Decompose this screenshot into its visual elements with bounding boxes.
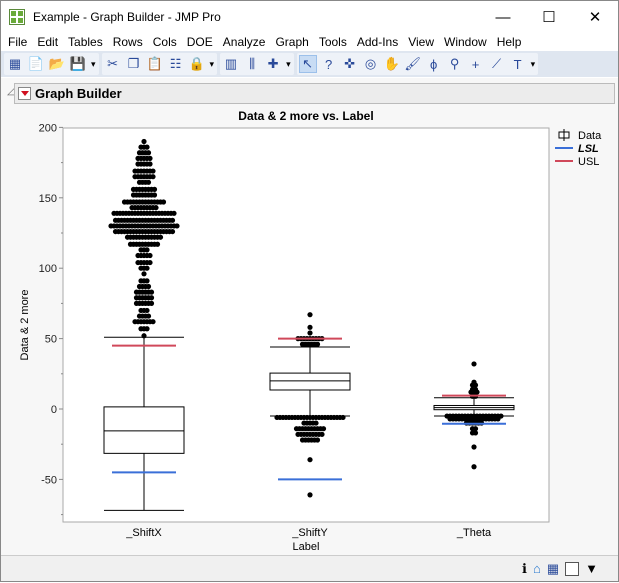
chart-title: Data & 2 more vs. Label bbox=[238, 109, 373, 123]
outlier-point bbox=[307, 324, 313, 330]
outlier-point bbox=[148, 295, 155, 301]
y-tick-label: -50 bbox=[41, 474, 57, 486]
x-axis-label: Label bbox=[293, 541, 320, 553]
outlier-point bbox=[147, 259, 153, 266]
outlier-point bbox=[153, 205, 159, 211]
outlier-point bbox=[141, 333, 147, 339]
outlier-point bbox=[471, 444, 477, 450]
outlier-point bbox=[144, 307, 150, 314]
outlier-point bbox=[150, 168, 156, 174]
outlier-point bbox=[151, 192, 158, 198]
outlier-point bbox=[145, 313, 152, 319]
x-tick-label: _Theta bbox=[456, 527, 492, 539]
outlier-point bbox=[319, 431, 325, 437]
outlier-point bbox=[144, 278, 150, 284]
y-tick-label: 50 bbox=[45, 334, 57, 346]
dropdown-arrow-icon[interactable]: ▼ bbox=[585, 561, 598, 576]
outlier-point bbox=[340, 414, 346, 421]
outlier-point bbox=[150, 174, 156, 180]
outlier-point bbox=[150, 319, 156, 325]
outlier-point bbox=[144, 265, 150, 271]
y-tick-label: 150 bbox=[39, 193, 57, 205]
window-select-box[interactable] bbox=[565, 561, 580, 576]
outlier-point bbox=[307, 312, 313, 318]
status-bar: ℹ ⌂ ▦ ▼ bbox=[1, 555, 618, 581]
outlier-point bbox=[307, 492, 313, 498]
outlier-point bbox=[145, 283, 152, 290]
legend-label: LSL bbox=[578, 143, 599, 155]
y-tick-label: 200 bbox=[39, 122, 57, 134]
outlier-point bbox=[145, 179, 152, 185]
y-tick-label: 0 bbox=[51, 404, 57, 416]
outlier-point bbox=[314, 437, 321, 443]
outlier-point bbox=[160, 199, 167, 205]
outlier-point bbox=[147, 155, 153, 161]
outlier-point bbox=[471, 464, 477, 470]
data-table-icon[interactable]: ▦ bbox=[547, 561, 559, 577]
y-tick-label: 100 bbox=[39, 263, 57, 275]
home-icon[interactable]: ⌂ bbox=[533, 561, 541, 576]
outlier-point bbox=[148, 300, 155, 306]
outlier-point bbox=[144, 144, 150, 150]
outlier-point bbox=[151, 186, 158, 192]
outlier-point bbox=[145, 150, 152, 156]
outlier-point bbox=[314, 341, 321, 347]
outlier-point bbox=[169, 228, 176, 235]
outlier-point bbox=[313, 420, 319, 426]
legend-label: Data bbox=[578, 130, 602, 142]
outlier-point bbox=[171, 210, 177, 216]
outlier-point bbox=[307, 457, 313, 463]
box-iqr bbox=[269, 372, 351, 391]
outlier-point bbox=[307, 330, 313, 336]
box-iqr bbox=[103, 406, 185, 454]
outlier-point bbox=[144, 247, 150, 253]
info-icon[interactable]: ℹ bbox=[522, 561, 527, 577]
outlier-point bbox=[144, 326, 150, 332]
graph-builder-chart: Data & 2 more vs. Label 200 150 100 50 0 -50 Da… bbox=[19, 109, 602, 553]
outlier-point bbox=[472, 430, 479, 436]
outlier-point bbox=[148, 289, 155, 295]
outlier-point bbox=[495, 416, 501, 422]
outlier-point bbox=[141, 271, 147, 277]
outlier-point bbox=[471, 361, 477, 367]
outlier-point bbox=[141, 138, 147, 145]
outlier-point bbox=[169, 217, 176, 223]
outlier-point bbox=[147, 161, 153, 167]
outlier-point bbox=[157, 234, 164, 240]
outlier-point bbox=[320, 426, 327, 432]
outlier-point bbox=[174, 223, 180, 229]
y-axis-label: Data & 2 more bbox=[19, 290, 31, 361]
x-tick-label: _ShiftY bbox=[291, 527, 328, 539]
x-tick-label: _ShiftX bbox=[125, 527, 162, 539]
legend-label: USL bbox=[578, 156, 599, 168]
outlier-point bbox=[154, 241, 161, 247]
outlier-point bbox=[147, 252, 153, 259]
